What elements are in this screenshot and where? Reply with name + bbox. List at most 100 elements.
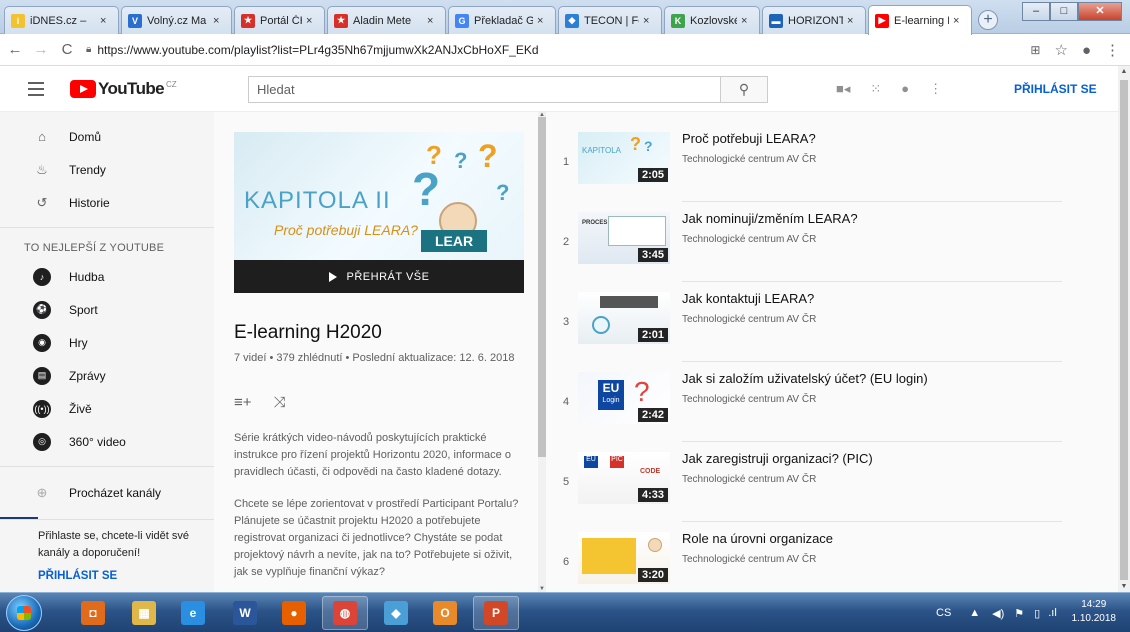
create-video-icon[interactable]: ■◂: [836, 81, 850, 97]
tab-close-icon[interactable]: ×: [643, 15, 655, 27]
tab-close-icon[interactable]: ×: [213, 15, 225, 27]
browser-tab[interactable]: ★ Aladin Mete ×: [327, 6, 446, 34]
tab-close-icon[interactable]: ×: [306, 15, 318, 27]
video-title[interactable]: Jak nominuji/změním LEARA?: [682, 211, 858, 226]
clock[interactable]: 14:29 1.10.2018: [1072, 598, 1117, 626]
translate-icon[interactable]: ⊞: [1030, 43, 1040, 57]
playlist-video-row[interactable]: 1 KAPITOLA?? 2:05 Proč potřebuji LEARA? Tech…: [557, 122, 1062, 202]
taskbar-app[interactable]: ▦: [121, 596, 167, 630]
browser-tab[interactable]: G Překladač G ×: [448, 6, 556, 34]
sidebar-item-flame[interactable]: ♨ Trendy: [0, 153, 214, 186]
menu-hamburger-icon[interactable]: [28, 82, 44, 100]
language-indicator[interactable]: CS: [936, 607, 951, 619]
sidebar-item-browse-channels[interactable]: ⊕ Procházet kanály: [0, 475, 214, 511]
video-title[interactable]: Role na úrovni organizace: [682, 531, 833, 546]
browser-tab[interactable]: V Volný.cz Ma ×: [121, 6, 232, 34]
video-thumbnail[interactable]: EU Login? 2:42: [578, 372, 670, 424]
video-thumbnail[interactable]: 2:01: [578, 292, 670, 344]
close-window-button[interactable]: ✕: [1078, 2, 1122, 21]
tab-close-icon[interactable]: ×: [537, 15, 549, 27]
video-thumbnail[interactable]: 3:20: [578, 532, 670, 584]
tab-close-icon[interactable]: ×: [741, 15, 753, 27]
browser-tab[interactable]: ★ Portál ČHMÚ ×: [234, 6, 325, 34]
taskbar-app[interactable]: ◆: [373, 596, 419, 630]
sidebar-item-news[interactable]: ▤ Zprávy: [0, 359, 214, 392]
video-channel[interactable]: Technologické centrum AV ČR: [682, 234, 816, 245]
video-title[interactable]: Jak zaregistruji organizaci? (PIC): [682, 451, 873, 466]
taskbar-app[interactable]: W: [222, 596, 268, 630]
taskbar-app[interactable]: ◘: [70, 596, 116, 630]
playlist-video-row[interactable]: 5 EU PIC CODE 4:33 Jak zaregistruji organizac…: [557, 442, 1062, 522]
playlist-video-row[interactable]: 4 EU Login? 2:42 Jak si založím uživatelský …: [557, 362, 1062, 442]
tab-close-icon[interactable]: ×: [427, 15, 439, 27]
taskbar-app[interactable]: ◍: [322, 596, 368, 630]
video-title[interactable]: Proč potřebuji LEARA?: [682, 131, 816, 146]
sidebar-item-360[interactable]: ◎ 360° video: [0, 425, 214, 458]
add-to-queue-icon[interactable]: ≡+: [234, 394, 252, 411]
video-channel[interactable]: Technologické centrum AV ČR: [682, 394, 816, 405]
scroll-down-arrow-icon[interactable]: ▼: [1118, 583, 1130, 590]
browser-tab[interactable]: i iDNES.cz – ×: [4, 6, 119, 34]
playlist-scrollbar[interactable]: ▲ ▼: [538, 112, 546, 592]
bookmark-star-icon[interactable]: ☆: [1054, 41, 1067, 59]
address-bar[interactable]: 🔒︎ https://www.youtube.com/playlist?list…: [86, 43, 539, 57]
new-tab-button[interactable]: +: [978, 10, 998, 30]
sidebar-item-music[interactable]: ♪ Hudba: [0, 260, 214, 293]
forward-icon[interactable]: →: [30, 41, 52, 58]
taskbar-app[interactable]: O: [422, 596, 468, 630]
sidebar-item-gamepad[interactable]: ◉ Hry: [0, 326, 214, 359]
sidebar-item-sport[interactable]: ⚽ Sport: [0, 293, 214, 326]
video-thumbnail[interactable]: KAPITOLA?? 2:05: [578, 132, 670, 184]
settings-dots-icon[interactable]: ⋮: [929, 81, 942, 97]
reload-icon[interactable]: C: [56, 41, 78, 58]
page-scrollbar[interactable]: ▲ ▼: [1118, 66, 1130, 592]
taskbar-app[interactable]: e: [170, 596, 216, 630]
profile-icon[interactable]: ●: [1082, 42, 1091, 59]
apps-grid-icon[interactable]: ⁙: [870, 81, 881, 97]
video-channel[interactable]: Technologické centrum AV ČR: [682, 554, 816, 565]
taskbar-app[interactable]: ●: [271, 596, 317, 630]
flag-icon[interactable]: ⚑: [1014, 607, 1024, 620]
start-button[interactable]: [6, 595, 42, 631]
playlist-thumbnail[interactable]: ? ? ? ? ? KAPITOLA II Proč potřebuji LEA…: [234, 132, 524, 260]
taskbar-app[interactable]: P: [473, 596, 519, 630]
browser-tab[interactable]: ◆ TECON | For ×: [558, 6, 662, 34]
playlist-video-row[interactable]: 6 3:20 Role na úrovni organizace Technologi…: [557, 522, 1062, 592]
browser-tab[interactable]: ▶ E-learning H ×: [868, 5, 972, 35]
sidebar-signin-link[interactable]: PŘIHLÁSIT SE: [0, 562, 214, 582]
messages-icon[interactable]: ●: [901, 81, 909, 97]
maximize-button[interactable]: □: [1050, 2, 1078, 21]
shuffle-icon[interactable]: ⤨: [274, 394, 286, 411]
tab-close-icon[interactable]: ×: [100, 15, 112, 27]
youtube-logo[interactable]: YouTube CZ: [70, 79, 177, 99]
play-all-button[interactable]: PŘEHRÁT VŠE: [234, 260, 524, 293]
video-thumbnail[interactable]: PROCES 3:45: [578, 212, 670, 264]
tab-close-icon[interactable]: ×: [953, 15, 965, 27]
network-signal-icon[interactable]: .ıl: [1048, 607, 1057, 619]
playlist-video-row[interactable]: 3 2:01 Jak kontaktuji LEARA? Technologické …: [557, 282, 1062, 362]
signin-button[interactable]: PŘIHLÁSIT SE: [1014, 82, 1097, 96]
video-channel[interactable]: Technologické centrum AV ČR: [682, 314, 816, 325]
video-title[interactable]: Jak kontaktuji LEARA?: [682, 291, 814, 306]
sidebar-item-live[interactable]: ((•)) Živě: [0, 392, 214, 425]
volume-icon[interactable]: ◀): [992, 607, 1004, 620]
tray-up-arrow-icon[interactable]: ▲: [969, 607, 980, 619]
search-input[interactable]: Hledat: [248, 76, 721, 103]
playlist-video-row[interactable]: 2 PROCES 3:45 Jak nominuji/změním LEARA? Tec…: [557, 202, 1062, 282]
scrollbar-thumb[interactable]: [1120, 80, 1128, 580]
sidebar-item-home[interactable]: ⌂ Domů: [0, 120, 214, 153]
video-title[interactable]: Jak si založím uživatelský účet? (EU log…: [682, 371, 928, 386]
battery-icon[interactable]: ▯: [1034, 607, 1040, 620]
browser-tab[interactable]: K Kozlovské sl ×: [664, 6, 760, 34]
scroll-up-arrow-icon[interactable]: ▲: [1118, 68, 1130, 75]
back-icon[interactable]: ←: [4, 41, 26, 58]
minimize-button[interactable]: –: [1022, 2, 1050, 21]
playlist-title[interactable]: E-learning H2020: [234, 322, 382, 344]
browser-tab[interactable]: ▬ HORIZONT ×: [762, 6, 866, 34]
browser-menu-icon[interactable]: ⋮: [1105, 41, 1120, 59]
scrollbar-thumb[interactable]: [538, 117, 546, 457]
search-button[interactable]: ⚲: [721, 76, 768, 103]
video-channel[interactable]: Technologické centrum AV ČR: [682, 154, 816, 165]
sidebar-item-history[interactable]: ↺ Historie: [0, 186, 214, 219]
tab-close-icon[interactable]: ×: [847, 15, 859, 27]
